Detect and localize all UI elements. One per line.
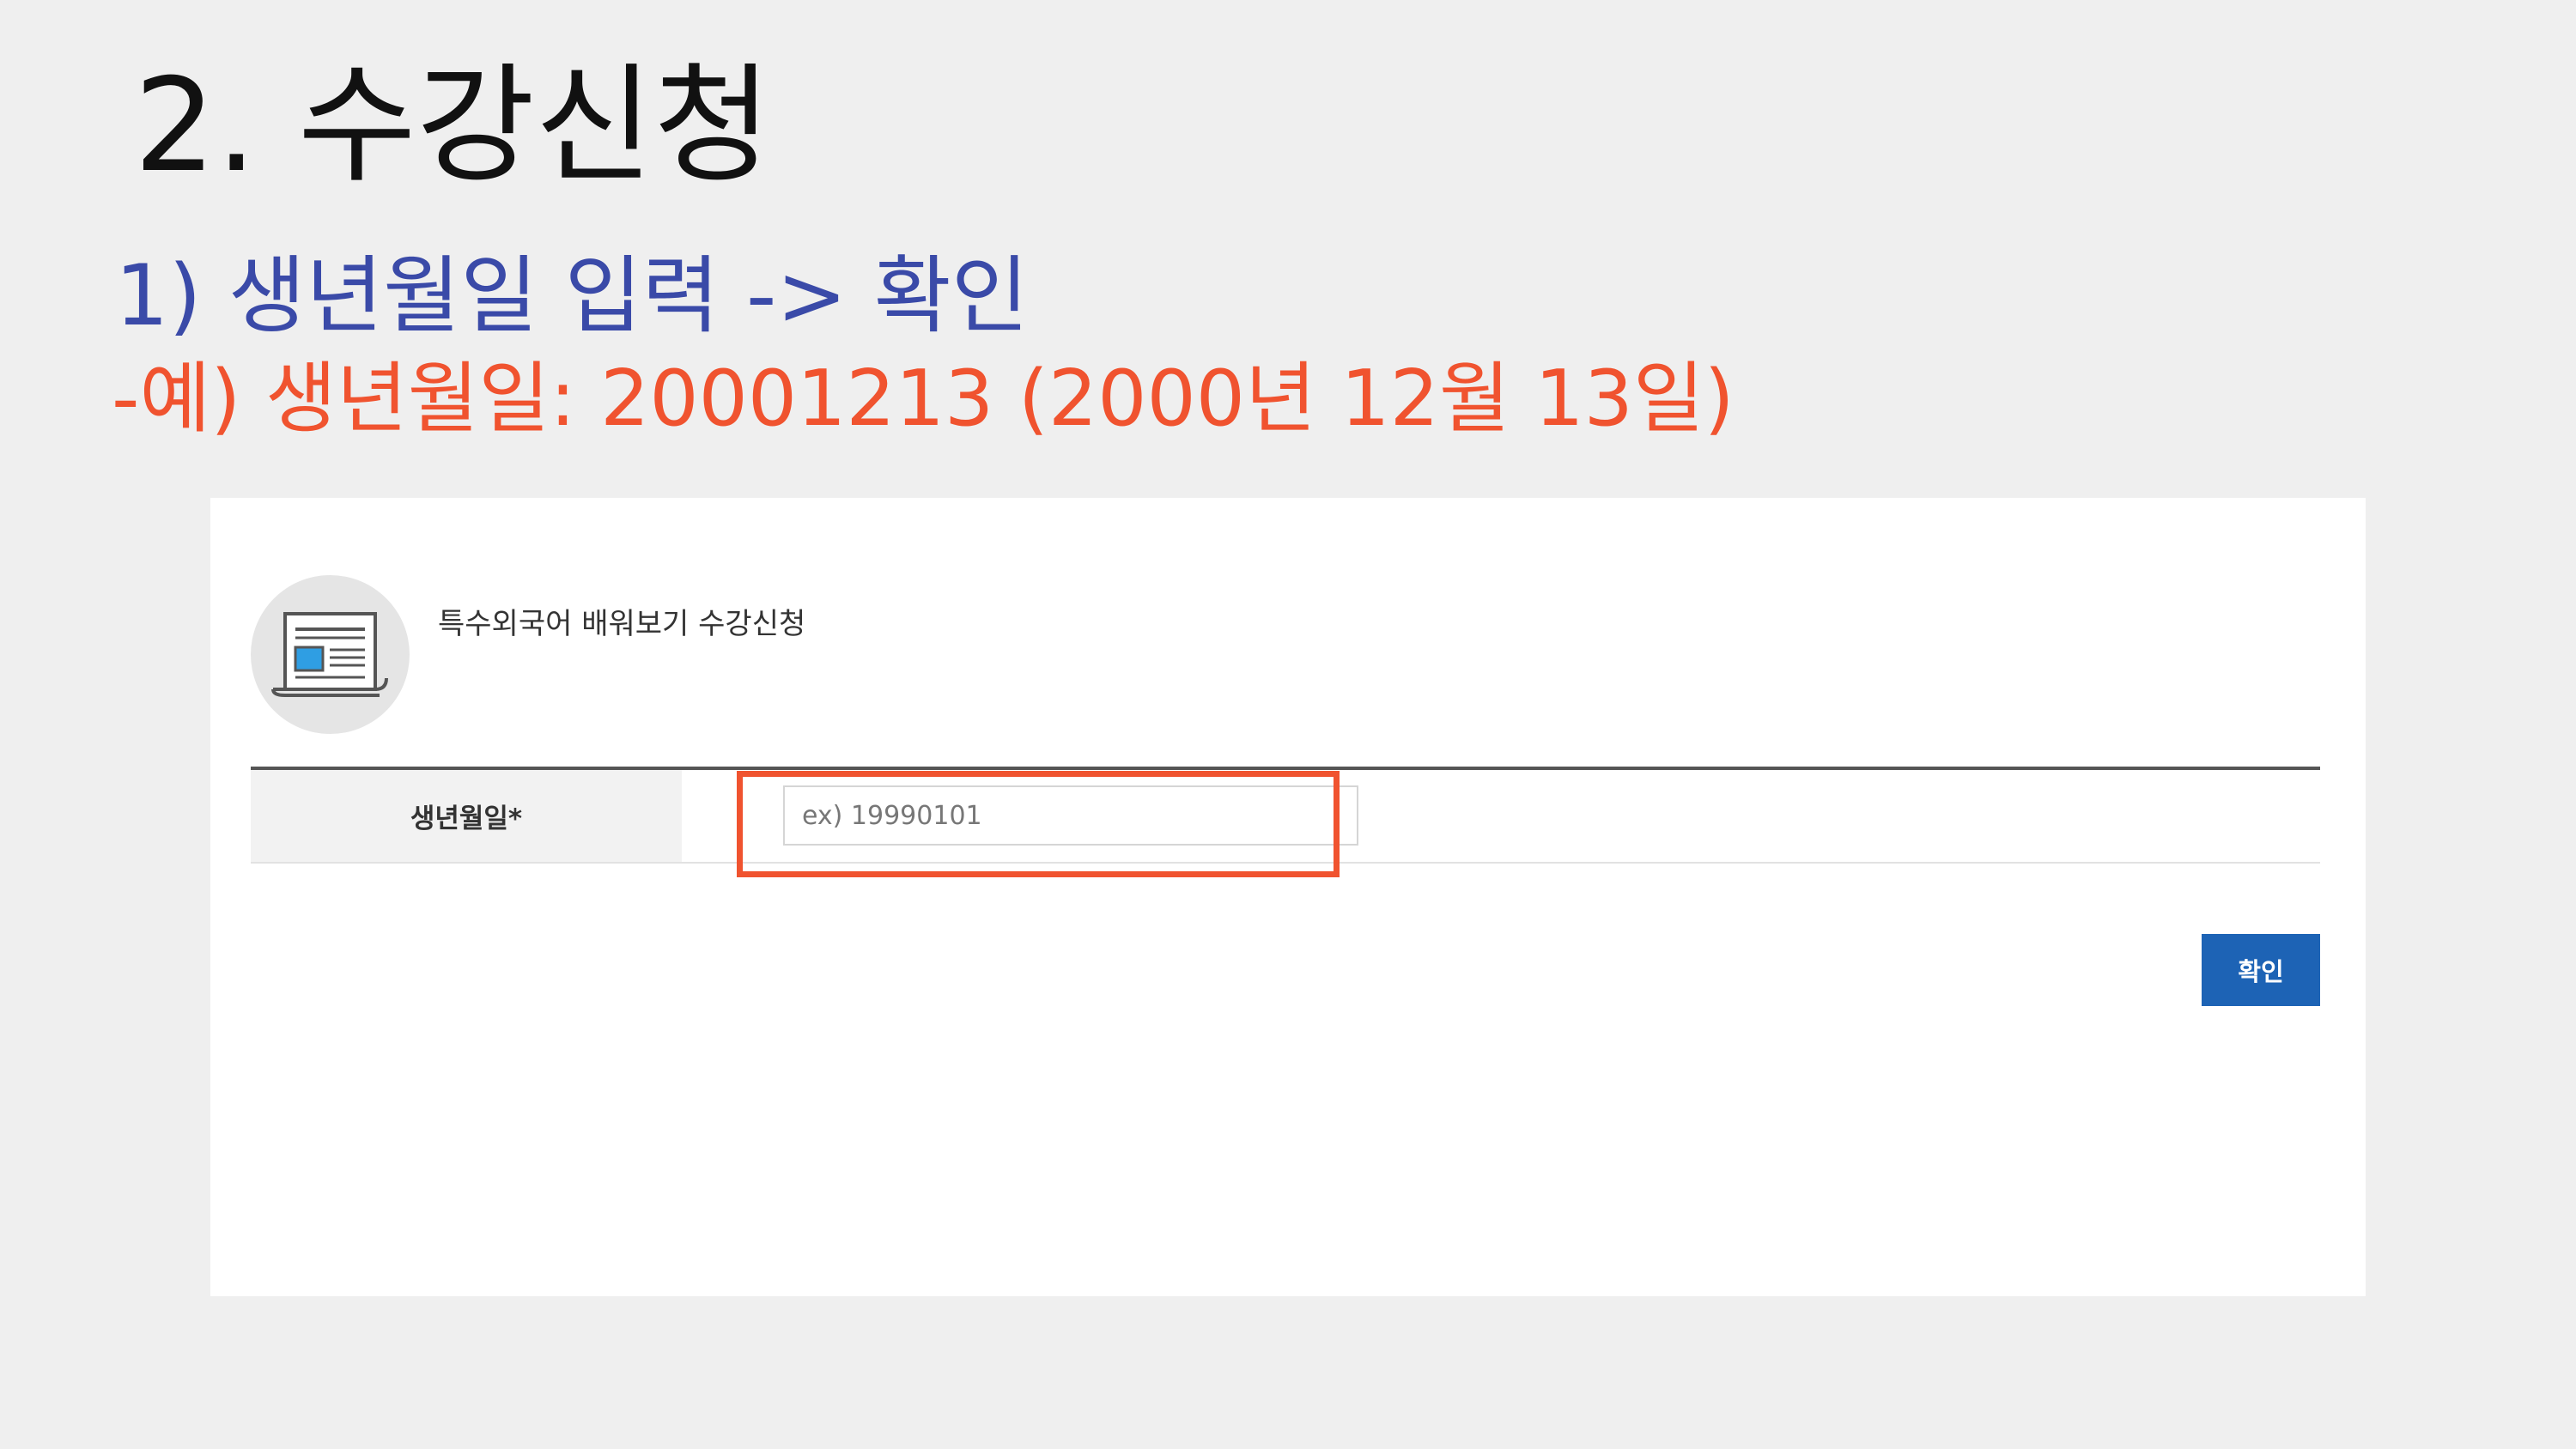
step-instruction: 1) 생년월일 입력 -> 확인 [115,247,1029,345]
birthdate-label: 생년월일* [251,770,682,862]
birthdate-input[interactable] [783,785,1358,846]
document-icon [251,575,410,734]
course-registration-title: 특수외국어 배워보기 수강신청 [438,607,806,641]
screenshot-panel: 특수외국어 배워보기 수강신청 생년월일* 확인 [210,498,2366,1296]
confirm-button[interactable]: 확인 [2202,934,2320,1006]
example-note: -예) 생년월일: 20001213 (2000년 12월 13일) [112,354,1735,444]
birthdate-form-row: 생년월일* [251,767,2320,864]
slide-title: 2. 수강신청 [134,52,772,201]
